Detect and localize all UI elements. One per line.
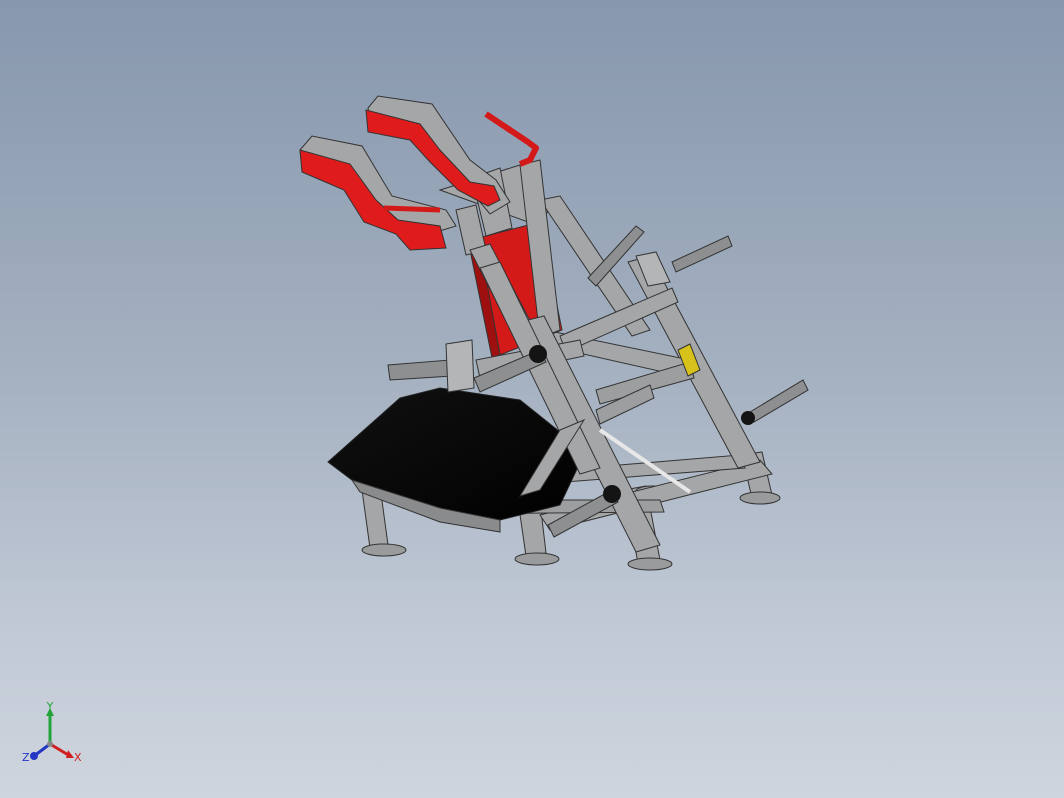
x-axis-arrow-icon bbox=[66, 750, 74, 758]
cad-viewport[interactable]: Y X Z bbox=[0, 0, 1064, 798]
triad-origin bbox=[47, 741, 53, 747]
weight-peg-right-low bbox=[741, 379, 809, 425]
orientation-triad[interactable]: Y X Z bbox=[16, 700, 96, 780]
z-axis-arrow-icon bbox=[30, 752, 38, 760]
machine-model[interactable] bbox=[0, 0, 1064, 798]
weight-peg-far-right bbox=[671, 235, 733, 273]
weight-peg-left bbox=[387, 339, 475, 393]
triad-graphic: Y X Z bbox=[22, 700, 82, 764]
handle-bar bbox=[484, 111, 539, 167]
x-axis-label: X bbox=[74, 751, 82, 764]
y-axis-label: Y bbox=[46, 700, 54, 713]
z-axis-label: Z bbox=[22, 751, 30, 764]
